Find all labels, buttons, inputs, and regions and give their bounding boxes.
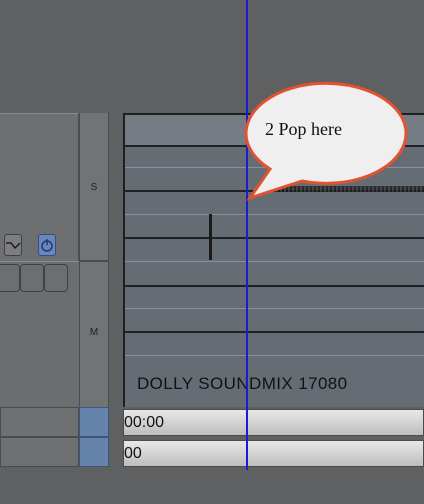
track-slot-button[interactable] xyxy=(44,264,68,292)
timecode-row-label xyxy=(0,407,79,437)
track-gridline xyxy=(125,308,424,309)
track-gridline xyxy=(125,355,424,356)
track-gridline xyxy=(125,331,424,333)
track-gridline xyxy=(125,237,424,239)
timecode-row-label xyxy=(0,437,79,467)
track-gridline xyxy=(125,285,424,287)
timecode-row-toggle[interactable] xyxy=(79,407,109,437)
track-slot-button[interactable] xyxy=(20,264,44,292)
track-gridline xyxy=(125,261,424,262)
solo-button[interactable]: S xyxy=(79,182,109,193)
two-pop-marker xyxy=(209,214,212,260)
timecode-value: 00:00 xyxy=(124,414,165,431)
timecode-value: 00 xyxy=(124,445,142,462)
graph-icon xyxy=(6,242,21,250)
timecode-field[interactable] xyxy=(123,440,424,467)
track-slot-button[interactable] xyxy=(0,264,20,292)
clip-name: DOLLY SOUNDMIX 17080 xyxy=(137,374,348,393)
annotation-text: 2 Pop here xyxy=(265,119,342,139)
track-gridline xyxy=(125,214,424,215)
power-icon xyxy=(41,239,53,252)
mute-button[interactable]: M xyxy=(79,327,109,338)
track-power-button[interactable] xyxy=(38,234,56,256)
timecode-row-toggle[interactable] xyxy=(79,437,109,467)
timecode-field[interactable] xyxy=(123,409,424,436)
automation-graph-button[interactable] xyxy=(4,234,22,256)
solo-mute-divider xyxy=(79,260,109,262)
